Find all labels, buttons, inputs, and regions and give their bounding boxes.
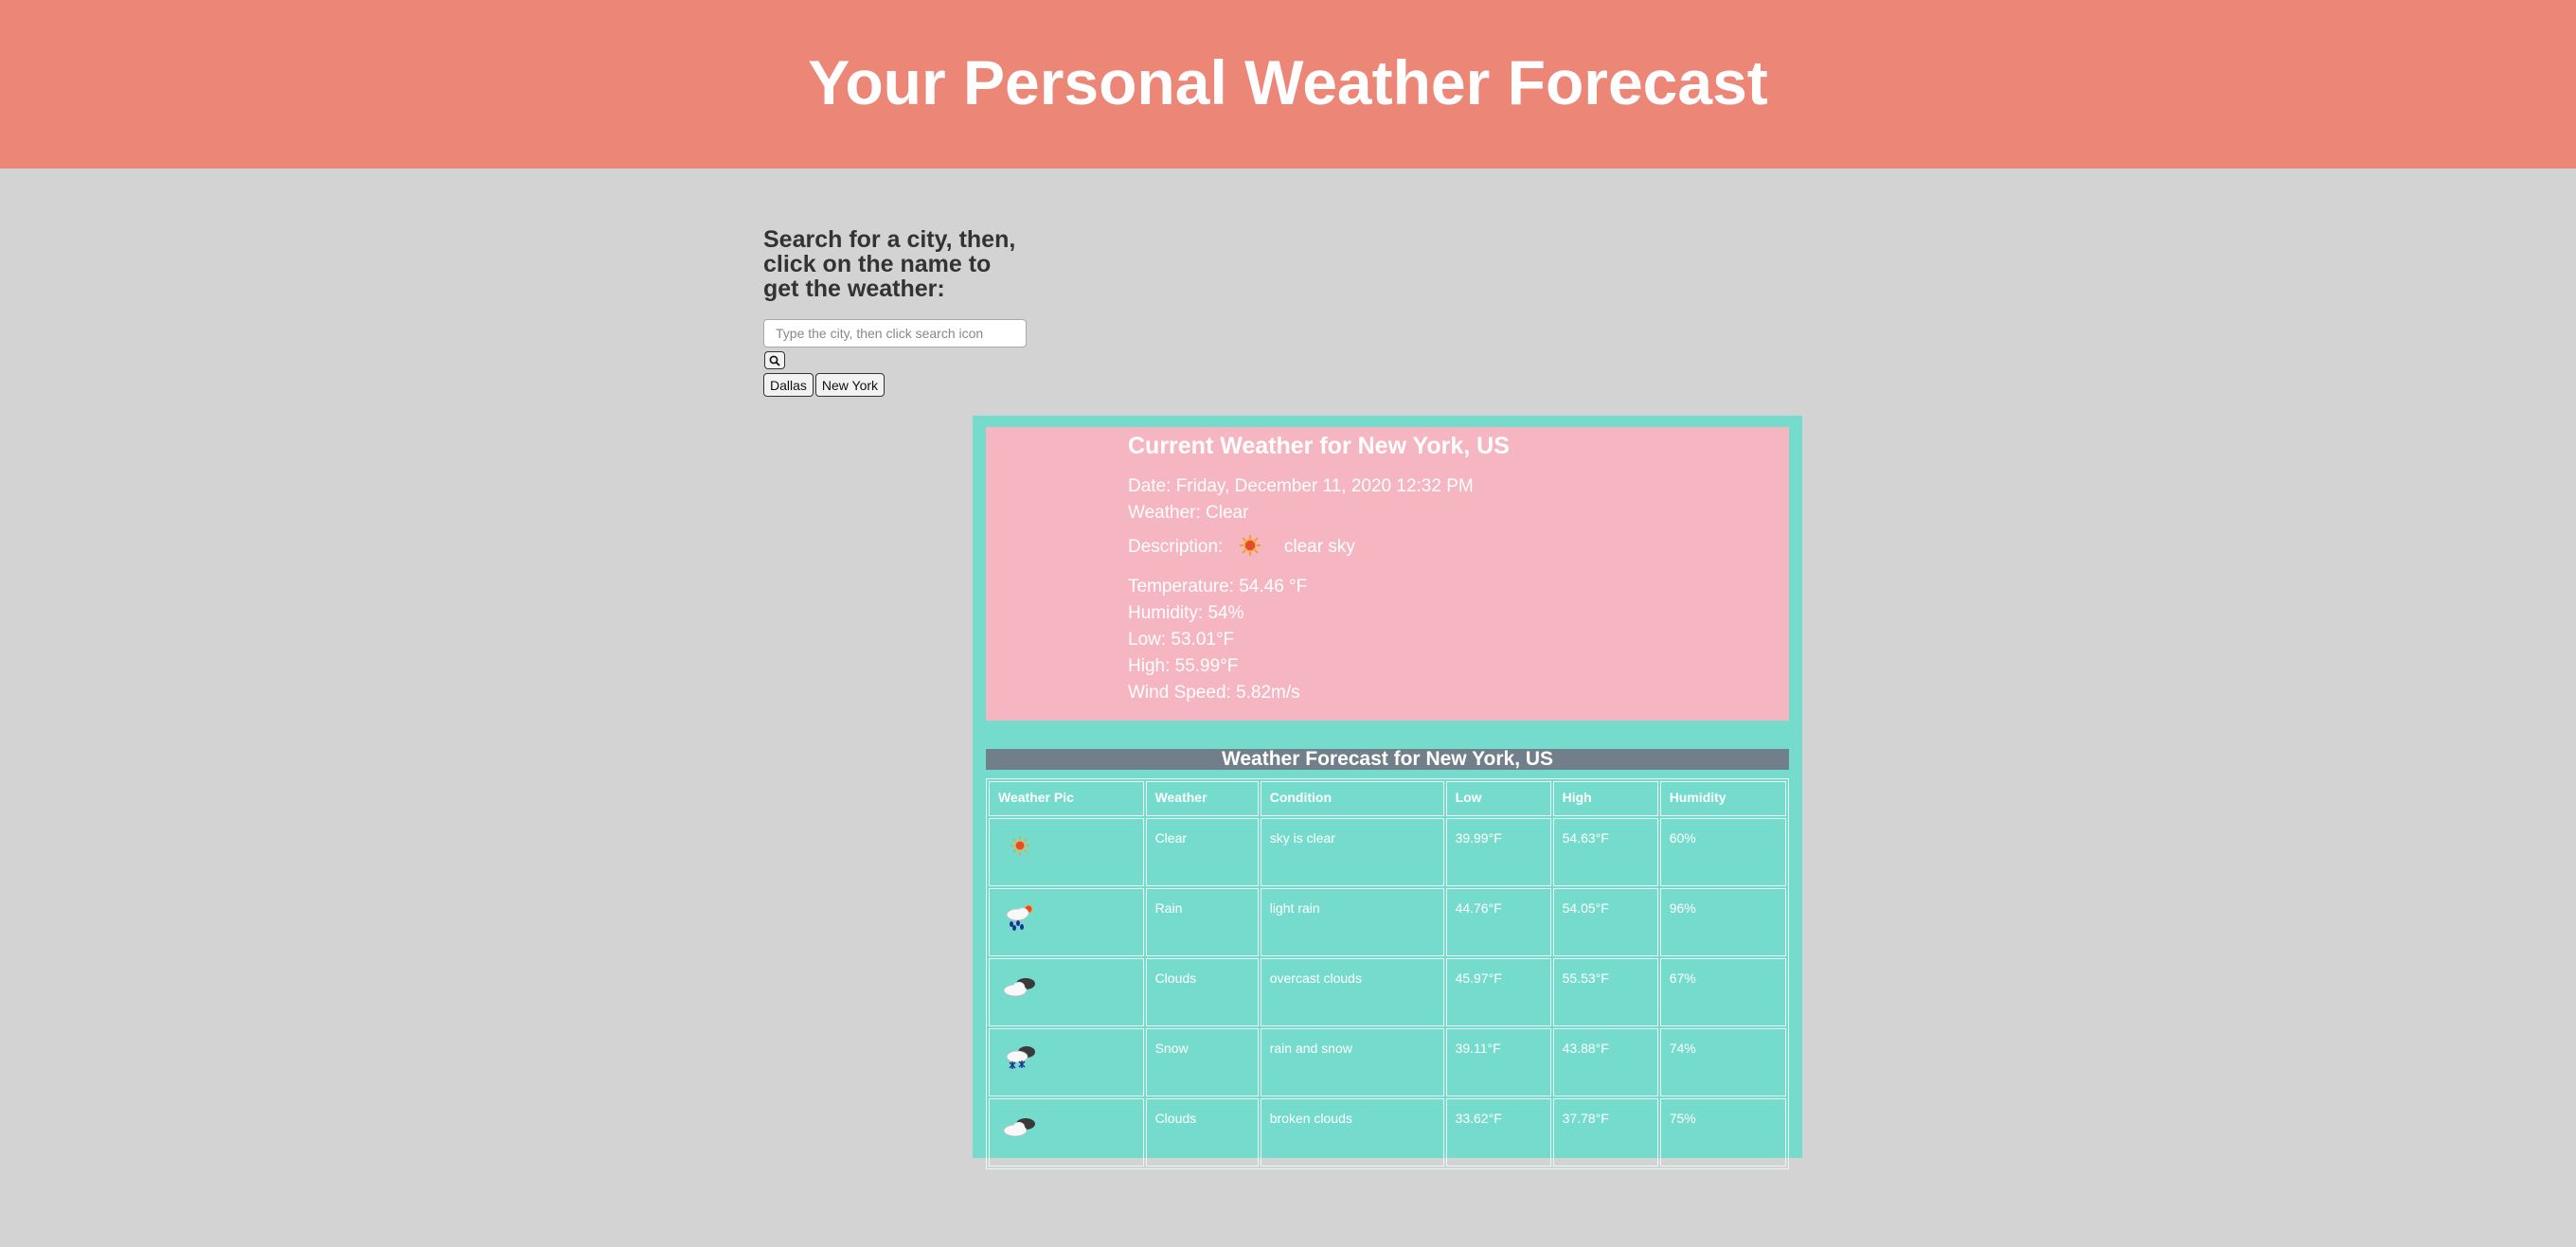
low-cell: 39.99°F [1445,818,1551,886]
column-header-humidity: Humidity [1659,781,1786,816]
column-header-low: Low [1445,781,1551,816]
humidity-cell: 75% [1659,1098,1786,1167]
current-weather: Weather: Clear [1128,503,1249,523]
search-button[interactable] [764,351,785,369]
snow-icon [1006,1046,1035,1069]
city-history: Dallas New York [763,373,886,397]
column-header-weather: Weather [1145,781,1259,816]
table-header-row: Weather Pic Weather Condition Low High H… [989,781,1786,816]
sun-icon [1011,836,1029,855]
page-title: Your Personal Weather Forecast [808,47,1768,117]
humidity-cell: 67% [1659,958,1786,1026]
search-prompt: Search for a city, then, click on the na… [763,226,1016,302]
high-cell: 54.63°F [1552,818,1658,886]
current-humidity: Humidity: 54% [1128,603,1244,623]
current-low: Low: 53.01°F [1128,630,1235,650]
column-header-condition: Condition [1260,781,1444,816]
low-cell: 45.97°F [1445,958,1551,1026]
current-weather-title: Current Weather for New York, US [1128,433,1510,459]
high-cell: 43.88°F [1552,1028,1658,1096]
high-cell: 55.53°F [1552,958,1658,1026]
current-temperature: Temperature: 54.46 °F [1128,577,1308,597]
current-description: Description: clear sky [1128,535,1355,560]
cloud-icon [1003,978,1035,997]
weather-pic-cell [989,1028,1144,1096]
table-row: Clouds broken clouds 33.62°F 37.78°F 75% [989,1098,1786,1167]
search-icon [769,355,780,366]
low-cell: 44.76°F [1445,888,1551,956]
condition-cell: sky is clear [1260,818,1444,886]
city-search-input[interactable] [763,319,1027,347]
low-cell: 39.11°F [1445,1028,1551,1096]
condition-cell: light rain [1260,888,1444,956]
weather-panel: Current Weather for New York, US Date: F… [973,416,1802,1169]
weather-cell: Snow [1145,1028,1259,1096]
forecast-table: Weather Pic Weather Condition Low High H… [986,778,1789,1169]
weather-pic-cell [989,1098,1144,1167]
humidity-cell: 74% [1659,1028,1786,1096]
table-row: Snow rain and snow 39.11°F 43.88°F 74% [989,1028,1786,1096]
column-header-weather-pic: Weather Pic [989,781,1144,816]
current-date: Date: Friday, December 11, 2020 12:32 PM [1128,476,1474,496]
weather-cell: Clouds [1145,958,1259,1026]
weather-cell: Clouds [1145,1098,1259,1167]
humidity-cell: 96% [1659,888,1786,956]
cloud-icon [1003,1118,1035,1137]
humidity-cell: 60% [1659,818,1786,886]
condition-cell: overcast clouds [1260,958,1444,1026]
description-text: clear sky [1283,537,1355,558]
current-weather-card: Current Weather for New York, US Date: F… [986,427,1789,721]
current-wind-speed: Wind Speed: 5.82m/s [1128,683,1300,703]
table-row: Rain light rain 44.76°F 54.05°F 96% [989,888,1786,956]
city-button-dallas[interactable]: Dallas [763,373,814,397]
high-cell: 37.78°F [1552,1098,1658,1167]
table-row: Clouds overcast clouds 45.97°F 55.53°F 6… [989,958,1786,1026]
page-header: Your Personal Weather Forecast [0,0,2576,169]
weather-pic-cell [989,958,1144,1026]
description-label: Description: [1128,537,1224,558]
search-panel: Search for a city, then, click on the na… [763,226,1027,397]
weather-cell: Clear [1145,818,1259,886]
table-row: Clear sky is clear 39.99°F 54.63°F 60% [989,818,1786,886]
weather-pic-cell [989,888,1144,956]
condition-cell: broken clouds [1260,1098,1444,1167]
rain-icon [1006,904,1033,931]
current-high: High: 55.99°F [1128,656,1239,676]
condition-cell: rain and snow [1260,1028,1444,1096]
low-cell: 33.62°F [1445,1098,1551,1167]
forecast-title: Weather Forecast for New York, US [986,749,1789,770]
sun-icon [1239,535,1261,556]
city-button-new-york[interactable]: New York [814,373,886,397]
weather-pic-cell [989,818,1144,886]
weather-cell: Rain [1145,888,1259,956]
column-header-high: High [1552,781,1658,816]
high-cell: 54.05°F [1552,888,1658,956]
